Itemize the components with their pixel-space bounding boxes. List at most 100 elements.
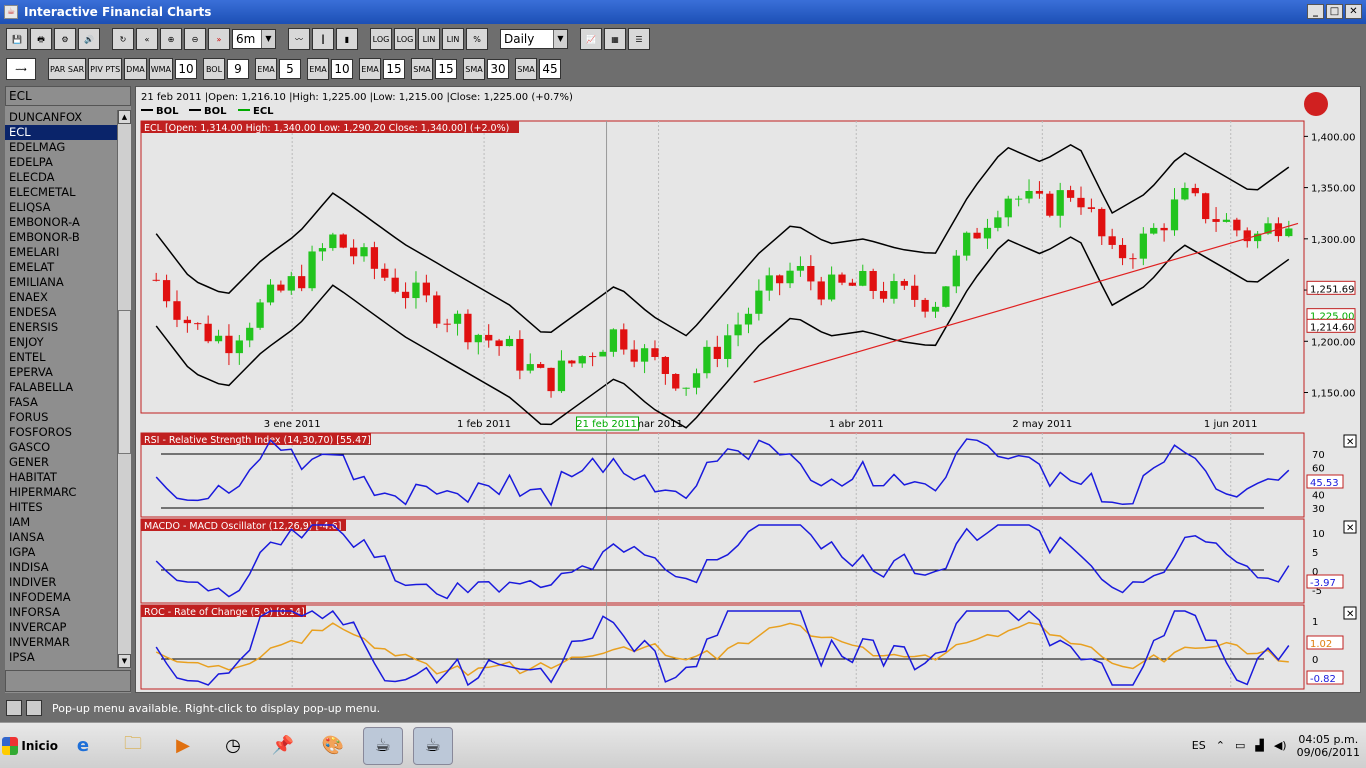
indicator-period-field[interactable]: 30 <box>487 59 509 79</box>
symbol-list-item[interactable]: INVERMAR <box>5 635 117 650</box>
indicator-button[interactable]: SMA <box>411 58 433 80</box>
network-icon[interactable]: ▭ <box>1235 739 1245 752</box>
zoom-out-icon[interactable]: ⊖ <box>184 28 206 50</box>
signal-icon[interactable]: ▟ <box>1255 739 1263 752</box>
zoom-in-icon[interactable]: ⊕ <box>160 28 182 50</box>
chart-style-icon[interactable]: 📈 <box>580 28 602 50</box>
symbol-list-item[interactable]: ENTEL <box>5 350 117 365</box>
pushpin-icon[interactable]: 📌 <box>263 727 303 765</box>
linear-scale-button[interactable]: LIN <box>418 28 440 50</box>
line-chart-icon[interactable]: 〰 <box>288 28 310 50</box>
log-icon[interactable] <box>26 700 42 716</box>
symbol-list-scrollbar[interactable]: ▲ ▼ <box>117 110 131 668</box>
symbol-list-item[interactable]: HITES <box>5 500 117 515</box>
indicator-button[interactable]: EMA <box>255 58 277 80</box>
log-scale-alt-button[interactable]: LOG <box>394 28 416 50</box>
symbol-list-item[interactable]: ELECMETAL <box>5 185 117 200</box>
media-player-icon[interactable]: ▶ <box>163 727 203 765</box>
symbol-list-item[interactable]: ENDESA <box>5 305 117 320</box>
indicator-button[interactable]: SMA <box>515 58 537 80</box>
symbol-list-item[interactable]: EDELMAG <box>5 140 117 155</box>
save-icon[interactable]: 💾 <box>6 28 28 50</box>
scroll-down-icon[interactable]: ▼ <box>118 654 131 668</box>
symbol-list-item[interactable]: INDIVER <box>5 575 117 590</box>
symbol-list-item[interactable]: HABITAT <box>5 470 117 485</box>
symbol-list-item[interactable]: EMBONOR-B <box>5 230 117 245</box>
folder-icon[interactable]: 🗀 <box>113 727 153 765</box>
symbol-list-item[interactable]: IGPA <box>5 545 117 560</box>
symbol-list-item[interactable]: GENER <box>5 455 117 470</box>
print-icon[interactable]: 🖶 <box>30 28 52 50</box>
symbol-list-item[interactable]: ELIQSA <box>5 200 117 215</box>
symbol-list-item[interactable]: INFORSA <box>5 605 117 620</box>
internet-explorer-icon[interactable]: e <box>63 727 103 765</box>
draw-tool-icon[interactable]: ⟿ <box>6 58 36 80</box>
symbol-list-item[interactable]: EMELARI <box>5 245 117 260</box>
indicator-period-field[interactable]: 15 <box>435 59 457 79</box>
scroll-thumb[interactable] <box>118 310 131 454</box>
indicator-button[interactable]: BOL <box>203 58 225 80</box>
clock-app-icon[interactable]: ◷ <box>213 727 253 765</box>
minimize-button[interactable]: _ <box>1307 4 1324 19</box>
close-button[interactable]: ✕ <box>1345 4 1362 19</box>
symbol-list-item[interactable]: INDISA <box>5 560 117 575</box>
indicator-button[interactable]: EMA <box>307 58 329 80</box>
symbol-list-item[interactable]: ECL <box>5 125 117 140</box>
symbol-list-item[interactable]: DUNCANFOX <box>5 110 117 125</box>
symbol-list-item[interactable]: EDELPA <box>5 155 117 170</box>
symbol-list-item[interactable]: EMBONOR-A <box>5 215 117 230</box>
color-palette-icon[interactable]: ▦ <box>604 28 626 50</box>
start-button[interactable]: Inicio <box>2 728 58 764</box>
sound-icon[interactable]: 🔊 <box>78 28 100 50</box>
symbol-list-item[interactable]: EMILIANA <box>5 275 117 290</box>
symbol-list-item[interactable]: IPSA <box>5 650 117 665</box>
volume-icon[interactable]: ◀) <box>1274 739 1287 752</box>
indicator-button[interactable]: PAR SAR <box>48 58 87 80</box>
popup-menu-icon[interactable] <box>6 700 22 716</box>
symbol-list-item[interactable]: EMELAT <box>5 260 117 275</box>
symbol-list-item[interactable]: FALABELLA <box>5 380 117 395</box>
bar-chart-icon[interactable]: ┃ <box>312 28 334 50</box>
chart-panel[interactable]: 21 feb 2011 |Open: 1,216.10 |High: 1,225… <box>135 86 1361 693</box>
indicator-button[interactable]: PIV PTS <box>88 58 123 80</box>
symbol-list-item[interactable]: FORUS <box>5 410 117 425</box>
indicator-button[interactable]: SMA <box>463 58 485 80</box>
symbol-list-item[interactable]: ENERSIS <box>5 320 117 335</box>
linear-scale-alt-button[interactable]: LIN <box>442 28 464 50</box>
candle-chart-icon[interactable]: ▮ <box>336 28 358 50</box>
symbol-list-item[interactable]: INVERCAP <box>5 620 117 635</box>
data-table-icon[interactable]: ☰ <box>628 28 650 50</box>
symbol-list-item[interactable]: FOSFOROS <box>5 425 117 440</box>
symbol-list-item[interactable]: INFODEMA <box>5 590 117 605</box>
symbol-list-item[interactable]: IANSA <box>5 530 117 545</box>
system-clock[interactable]: 04:05 p.m. 09/06/2011 <box>1297 733 1360 759</box>
forward-icon[interactable]: » <box>208 28 230 50</box>
maximize-button[interactable]: □ <box>1326 4 1343 19</box>
indicator-period-field[interactable]: 10 <box>331 59 353 79</box>
indicator-button[interactable]: EMA <box>359 58 381 80</box>
symbol-list-item[interactable]: FASA <box>5 395 117 410</box>
scroll-up-icon[interactable]: ▲ <box>118 110 131 124</box>
symbol-search-input[interactable]: ECL <box>5 86 131 106</box>
indicator-period-field[interactable]: 45 <box>539 59 561 79</box>
indicator-period-field[interactable]: 10 <box>175 59 197 79</box>
interval-select[interactable]: Daily ▼ <box>500 29 568 49</box>
indicator-button[interactable]: WMA <box>148 58 173 80</box>
symbol-list-item[interactable]: ELECDA <box>5 170 117 185</box>
period-select[interactable]: 6m ▼ <box>232 29 276 49</box>
log-scale-button[interactable]: LOG <box>370 28 392 50</box>
java-task-icon-2[interactable]: ☕ <box>413 726 453 765</box>
symbol-list-item[interactable]: ENJOY <box>5 335 117 350</box>
symbol-list-item[interactable]: EPERVA <box>5 365 117 380</box>
indicator-period-field[interactable]: 15 <box>383 59 405 79</box>
chart-canvas[interactable]: 21 feb 2011 |Open: 1,216.10 |High: 1,225… <box>136 87 1360 692</box>
settings-icon[interactable]: ⚙ <box>54 28 76 50</box>
tray-expand-icon[interactable]: ⌃ <box>1216 739 1225 752</box>
indicator-period-field[interactable]: 9 <box>227 59 249 79</box>
symbol-list-item[interactable]: ENAEX <box>5 290 117 305</box>
symbol-list-item[interactable]: IAM <box>5 515 117 530</box>
java-task-icon[interactable]: ☕ <box>363 726 403 765</box>
symbol-list-item[interactable]: GASCO <box>5 440 117 455</box>
paint-icon[interactable]: 🎨 <box>313 727 353 765</box>
symbol-list-item[interactable]: HIPERMARC <box>5 485 117 500</box>
